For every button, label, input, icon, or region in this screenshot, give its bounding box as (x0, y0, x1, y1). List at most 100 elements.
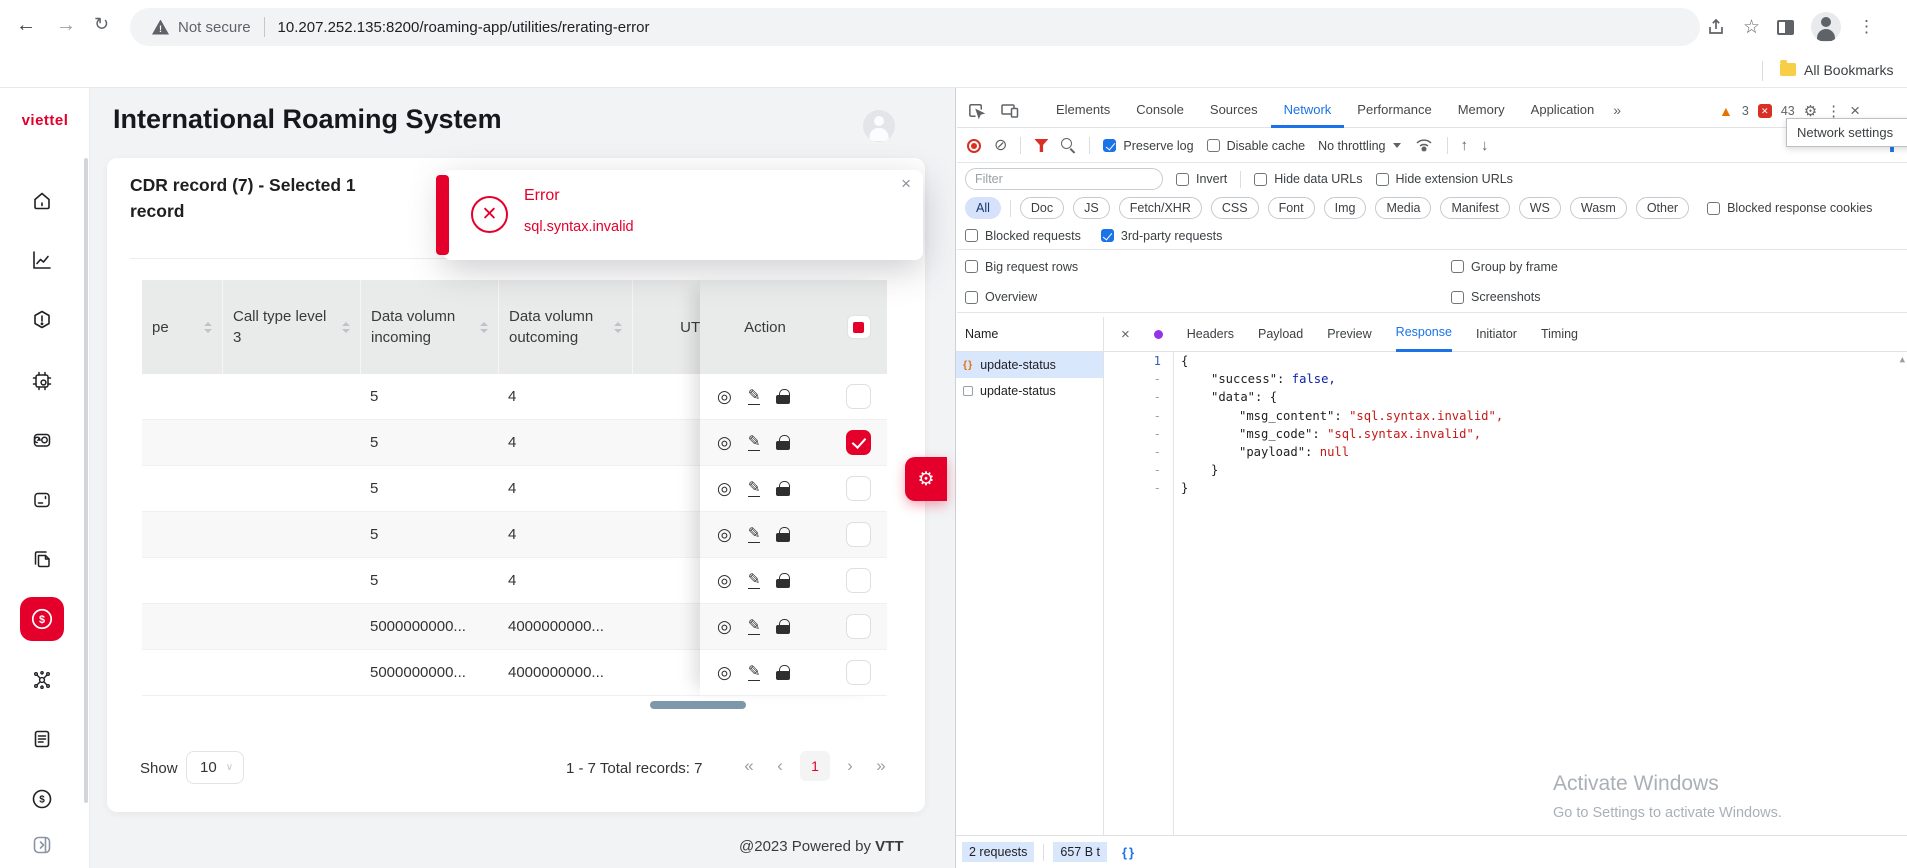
profile-avatar[interactable] (1811, 12, 1841, 42)
checkbox[interactable] (1376, 173, 1389, 186)
overview-checkbox[interactable]: Overview (965, 290, 1037, 304)
filter-input[interactable] (965, 168, 1163, 190)
checkbox[interactable] (965, 260, 978, 273)
disable-cache-checkbox[interactable]: Disable cache (1207, 139, 1306, 153)
pill-manifest[interactable]: Manifest (1440, 197, 1509, 219)
checkbox[interactable] (1254, 173, 1267, 186)
share-icon[interactable] (1706, 18, 1726, 36)
tab-network[interactable]: Network (1271, 94, 1345, 128)
document-lines-icon[interactable] (30, 727, 54, 751)
row-checkbox[interactable] (846, 384, 871, 409)
big-request-rows-checkbox[interactable]: Big request rows (965, 260, 1078, 274)
response-viewer[interactable]: 1{ -"success": false, -"data": { -"msg_c… (1104, 352, 1907, 835)
close-detail-icon[interactable]: × (1121, 326, 1130, 343)
filter-funnel-icon[interactable] (1034, 139, 1048, 152)
blocked-cookies-checkbox[interactable]: Blocked response cookies (1707, 201, 1872, 215)
copy-files-icon[interactable] (30, 547, 54, 571)
edit-icon[interactable]: ✎ (748, 618, 761, 635)
logout-icon[interactable] (30, 833, 54, 857)
preserve-log-checkbox[interactable]: Preserve log (1103, 139, 1193, 153)
edit-icon[interactable]: ✎ (748, 664, 761, 681)
record-icon[interactable] (967, 139, 981, 153)
lock-icon[interactable] (776, 619, 790, 634)
tab-memory[interactable]: Memory (1445, 94, 1518, 128)
checkbox[interactable] (1707, 202, 1720, 215)
pill-css[interactable]: CSS (1211, 197, 1259, 219)
checkbox[interactable] (965, 291, 978, 304)
browser-menu-icon[interactable]: ⋮ (1858, 17, 1875, 37)
bookmark-star-icon[interactable]: ☆ (1743, 16, 1760, 39)
hide-data-urls-checkbox[interactable]: Hide data URLs (1254, 172, 1362, 186)
home-icon[interactable] (30, 189, 54, 213)
view-icon[interactable]: ◎ (717, 664, 732, 681)
row-checkbox[interactable] (846, 568, 871, 593)
back-icon[interactable]: ← (16, 14, 36, 37)
lock-icon[interactable] (776, 665, 790, 680)
lock-icon[interactable] (776, 389, 790, 404)
lock-icon[interactable] (776, 481, 790, 496)
prev-page-icon[interactable]: ‹ (769, 756, 791, 776)
view-icon[interactable]: ◎ (717, 434, 732, 451)
chip-settings-icon[interactable] (30, 369, 54, 393)
view-icon[interactable]: ◎ (717, 526, 732, 543)
sidebar-scrollbar[interactable] (84, 158, 88, 803)
lock-icon[interactable] (776, 527, 790, 542)
col-header-data-incoming[interactable]: Data volumn incoming (360, 280, 498, 374)
network-conditions-icon[interactable] (1414, 136, 1434, 155)
sidebar-item-billing-active[interactable]: $ (20, 597, 64, 641)
view-icon[interactable]: ◎ (717, 618, 732, 635)
tab-headers[interactable]: Headers (1187, 318, 1234, 351)
throttling-select[interactable]: No throttling (1318, 139, 1400, 153)
edit-icon[interactable]: ✎ (748, 434, 761, 451)
checkbox[interactable] (1176, 173, 1189, 186)
error-badge-icon[interactable]: ✕ (1758, 104, 1772, 118)
pill-img[interactable]: Img (1324, 197, 1367, 219)
requests-count[interactable]: 2 requests (962, 842, 1034, 862)
pill-media[interactable]: Media (1375, 197, 1431, 219)
device-toolbar-icon[interactable] (999, 101, 1021, 121)
invert-checkbox[interactable]: Invert (1176, 172, 1227, 186)
tab-response[interactable]: Response (1396, 316, 1452, 352)
card-note-icon[interactable] (30, 488, 54, 512)
select-all-checkbox[interactable] (847, 315, 871, 339)
edit-icon[interactable]: ✎ (748, 572, 761, 589)
name-column-header[interactable]: Name (956, 317, 1103, 352)
row-checkbox-checked[interactable] (846, 430, 871, 455)
url-text[interactable]: 10.207.252.135:8200/roaming-app/utilitie… (278, 19, 650, 36)
tab-sources[interactable]: Sources (1197, 94, 1271, 128)
first-page-icon[interactable]: « (738, 756, 760, 776)
settings-fab[interactable]: ⚙ (905, 457, 947, 501)
tab-preview[interactable]: Preview (1327, 318, 1371, 351)
import-har-icon[interactable]: ↑ (1461, 138, 1469, 153)
edit-icon[interactable]: ✎ (748, 526, 761, 543)
tab-console[interactable]: Console (1123, 94, 1197, 128)
lock-icon[interactable] (776, 573, 790, 588)
forward-icon[interactable]: → (56, 14, 76, 37)
col-header-data-outcoming[interactable]: Data volumn outcoming (498, 280, 632, 374)
checkbox-checked[interactable] (1103, 139, 1116, 152)
tab-application[interactable]: Application (1518, 94, 1608, 128)
tab-initiator[interactable]: Initiator (1476, 318, 1517, 351)
checkbox[interactable] (1451, 260, 1464, 273)
row-checkbox[interactable] (846, 476, 871, 501)
screenshots-checkbox[interactable]: Screenshots (1451, 290, 1540, 304)
view-icon[interactable]: ◎ (717, 480, 732, 497)
table-horizontal-scrollbar[interactable] (650, 701, 746, 709)
alert-hexagon-icon[interactable] (30, 308, 54, 332)
request-row-selected[interactable]: {} update-status (956, 352, 1103, 378)
scroll-up-icon[interactable]: ▲ (1900, 355, 1905, 365)
warning-icon[interactable]: ▲ (1719, 103, 1733, 119)
pill-doc[interactable]: Doc (1020, 197, 1064, 219)
pill-all[interactable]: All (965, 197, 1001, 219)
hide-extension-urls-checkbox[interactable]: Hide extension URLs (1376, 172, 1513, 186)
search-icon[interactable] (1061, 138, 1076, 153)
edit-icon[interactable]: ✎ (748, 388, 761, 405)
current-page[interactable]: 1 (800, 751, 830, 781)
request-row[interactable]: update-status (956, 378, 1103, 404)
group-by-frame-checkbox[interactable]: Group by frame (1451, 260, 1558, 274)
tab-payload[interactable]: Payload (1258, 318, 1303, 351)
col-header-pe[interactable]: pe (142, 280, 222, 374)
third-party-checkbox[interactable]: 3rd-party requests (1101, 229, 1222, 243)
tab-elements[interactable]: Elements (1043, 94, 1123, 128)
more-tabs-icon[interactable]: » (1607, 94, 1627, 128)
